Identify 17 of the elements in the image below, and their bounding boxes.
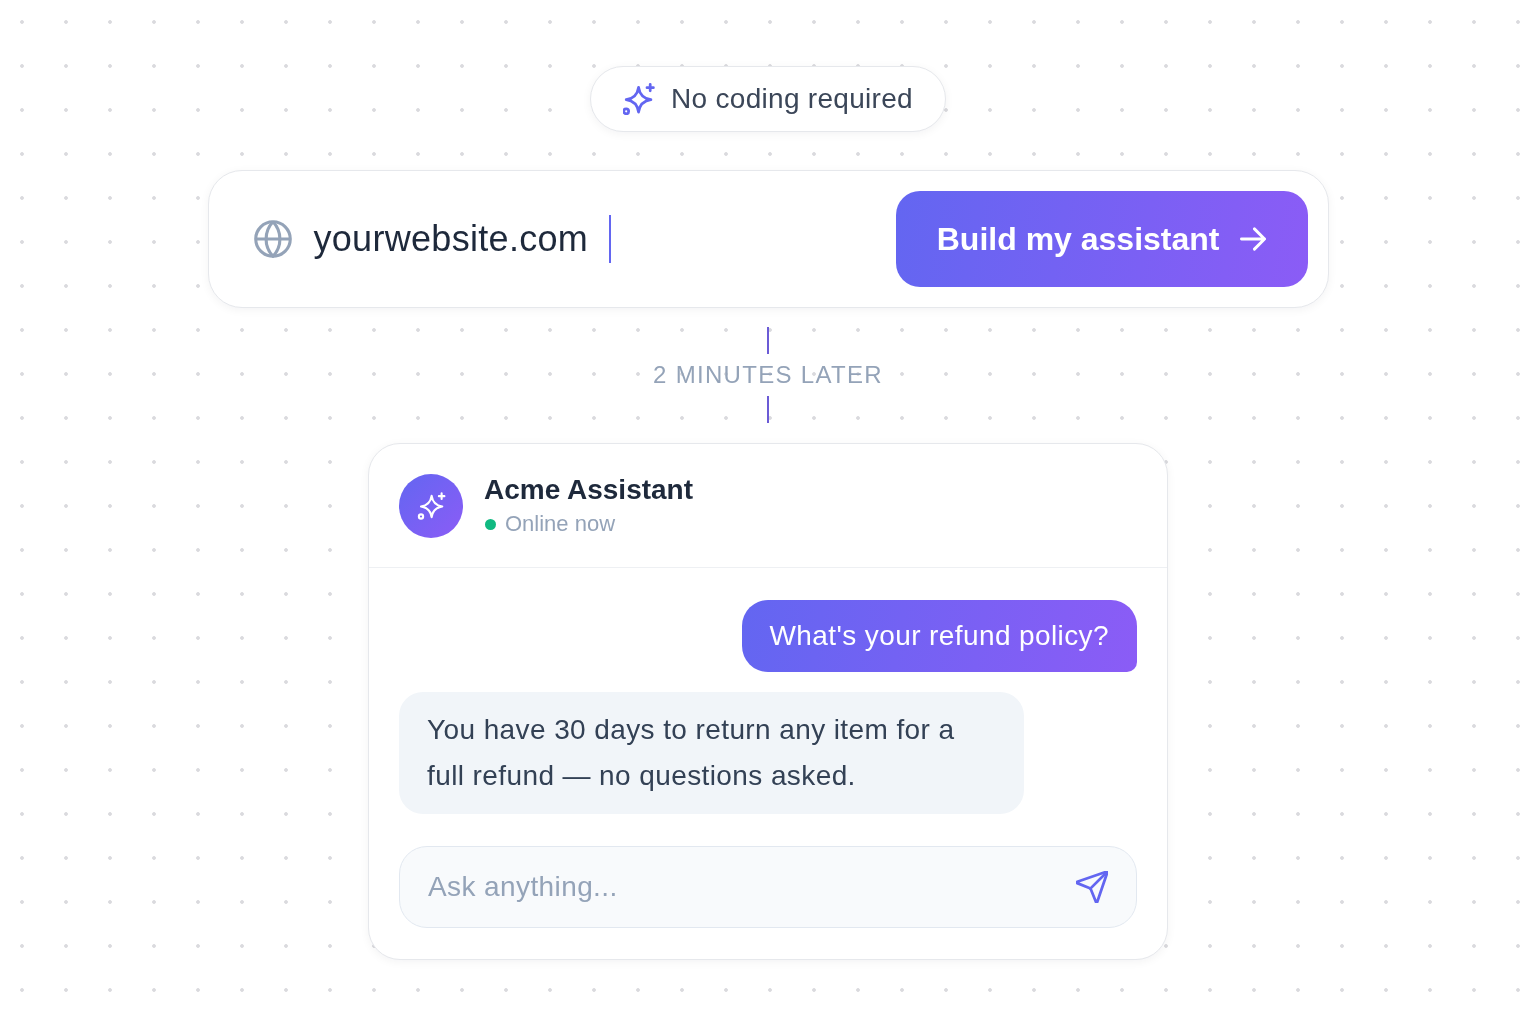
globe-icon — [253, 220, 292, 258]
user-message: What's your refund policy? — [741, 600, 1137, 672]
arrow-right-icon — [1239, 226, 1266, 252]
badge-label: No coding required — [671, 82, 913, 116]
timeline-line — [767, 327, 769, 354]
url-field[interactable]: yourwebsite.com — [253, 215, 612, 263]
assistant-message: You have 30 days to return any item for a full refund — no questions asked. — [399, 692, 1024, 814]
sparkle-avatar-icon — [399, 473, 463, 538]
time-label: 2 MINUTES LATER — [653, 360, 883, 390]
build-assistant-button[interactable]: Build my assistant — [895, 191, 1308, 287]
assistant-name: Acme Assistant — [484, 473, 694, 507]
message-input[interactable]: Ask anything... — [399, 846, 1137, 928]
status-text: Online now — [505, 510, 616, 538]
timeline-line — [767, 396, 769, 423]
send-icon — [1076, 871, 1108, 903]
send-button[interactable] — [1076, 871, 1108, 903]
sparkle-icon — [623, 83, 655, 115]
